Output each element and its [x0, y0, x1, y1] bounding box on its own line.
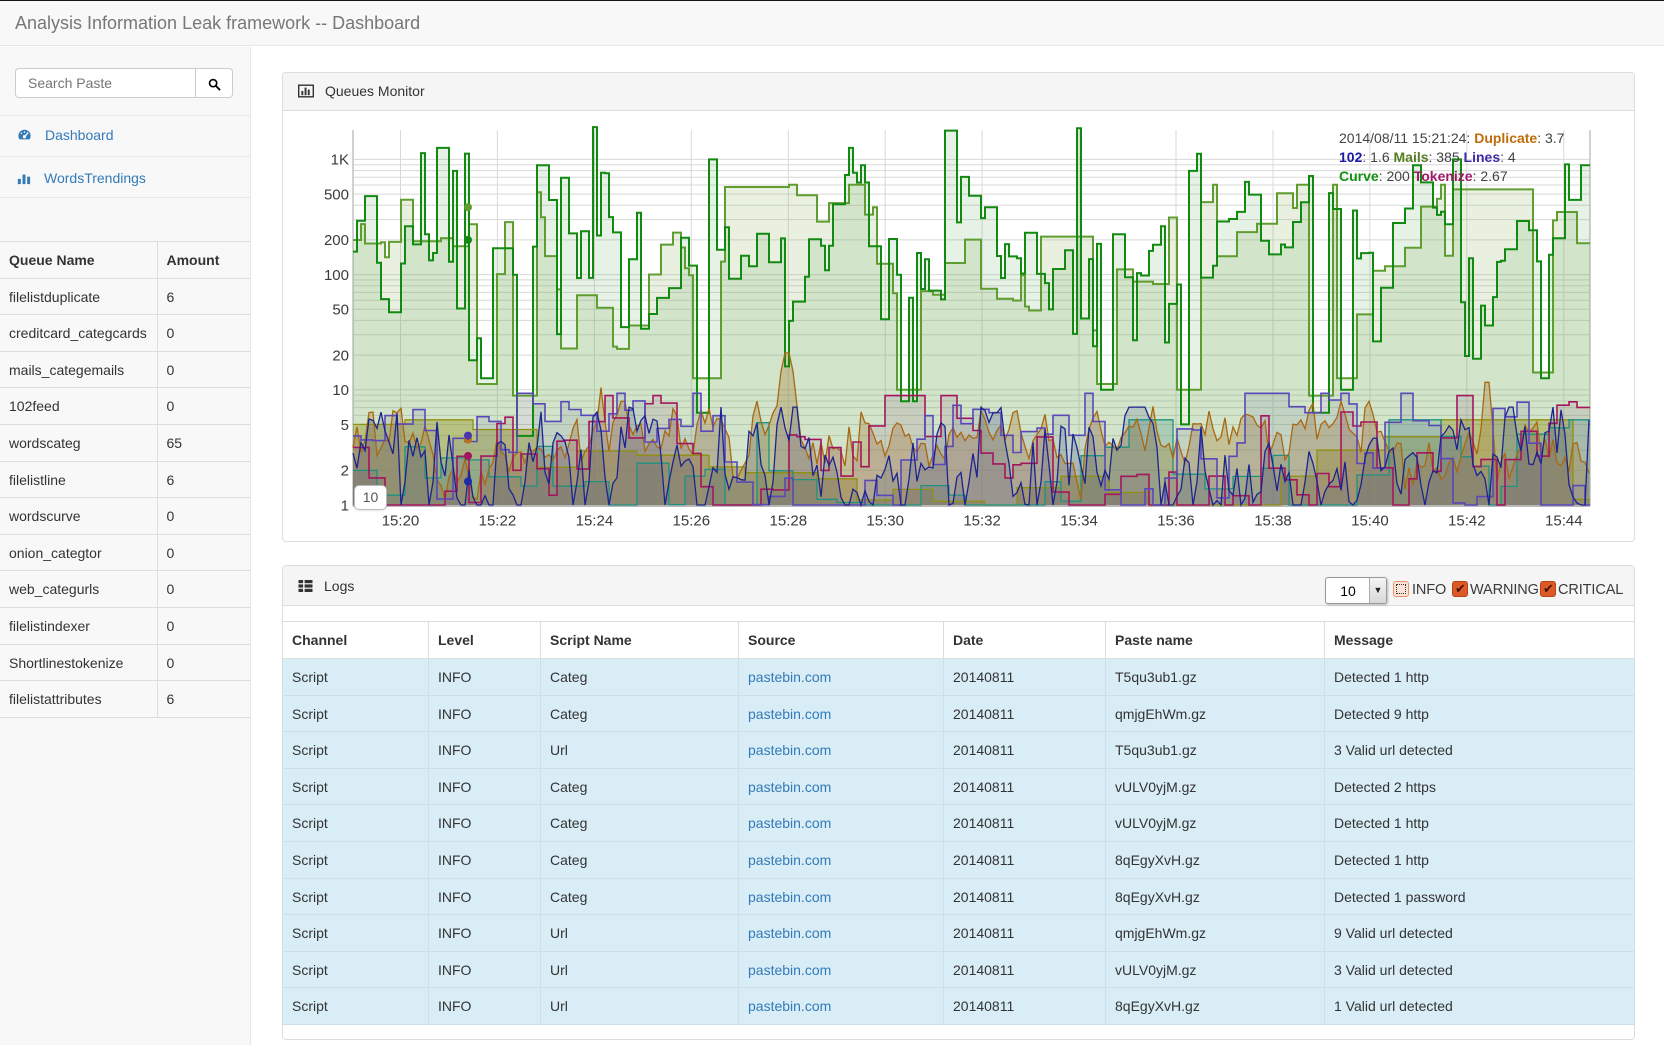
- svg-text:15:36: 15:36: [1157, 513, 1195, 530]
- svg-text:10: 10: [332, 382, 349, 399]
- svg-text:15:20: 15:20: [382, 513, 420, 530]
- svg-text:2: 2: [341, 463, 349, 480]
- svg-text:15:42: 15:42: [1448, 513, 1486, 530]
- svg-text:15:40: 15:40: [1351, 513, 1389, 530]
- svg-text:15:44: 15:44: [1545, 513, 1583, 530]
- svg-text:500: 500: [324, 186, 349, 203]
- svg-text:200: 200: [324, 232, 349, 249]
- svg-text:15:32: 15:32: [963, 513, 1001, 530]
- svg-text:15:30: 15:30: [866, 513, 904, 530]
- svg-text:15:28: 15:28: [770, 513, 808, 530]
- svg-text:15:34: 15:34: [1060, 513, 1098, 530]
- svg-text:15:24: 15:24: [576, 513, 614, 530]
- svg-text:5: 5: [341, 417, 349, 434]
- svg-text:1K: 1K: [331, 152, 349, 169]
- svg-text:1: 1: [341, 497, 349, 514]
- svg-text:50: 50: [332, 302, 349, 319]
- svg-text:15:38: 15:38: [1254, 513, 1292, 530]
- svg-text:20: 20: [332, 347, 349, 364]
- svg-text:15:22: 15:22: [479, 513, 517, 530]
- svg-text:15:26: 15:26: [673, 513, 711, 530]
- svg-text:100: 100: [324, 267, 349, 284]
